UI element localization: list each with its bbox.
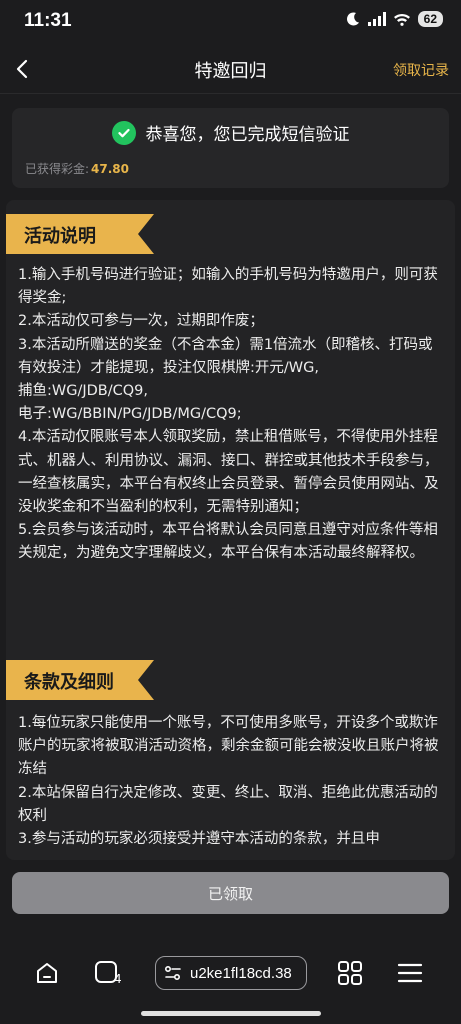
term-line: 2.本站保留自行决定修改、变更、终止、取消、拒绝此优惠活动的权利 bbox=[18, 784, 438, 824]
rules-panel: 活动说明 1.输入手机号码进行验证；如输入的手机号码为特邀用户，则可获得奖金; … bbox=[6, 200, 455, 860]
activity-section-tag: 活动说明 bbox=[6, 214, 154, 254]
home-icon[interactable] bbox=[34, 960, 60, 986]
browser-toolbar: 4 u2ke1fl18cd.38 bbox=[0, 930, 461, 1024]
terms-rules: 1.每位玩家只能使用一个账号，不可使用多账号，开设多个或欺诈账户的玩家将被取消活… bbox=[18, 712, 446, 851]
rule-line: 5.会员参与该活动时，本平台将默认会员同意且遵守对应条件等相关规定，为避免文字理… bbox=[18, 522, 438, 562]
check-circle-icon bbox=[111, 120, 136, 145]
url-text: u2ke1fl18cd.38 bbox=[190, 964, 292, 982]
nav-bar: 特邀回归 领取记录 bbox=[0, 44, 461, 94]
home-indicator bbox=[141, 1011, 321, 1016]
terms-section-tag: 条款及细则 bbox=[6, 660, 154, 700]
tabs-button[interactable]: 4 bbox=[94, 960, 122, 988]
status-icons: 62 bbox=[345, 11, 443, 27]
rule-line: 4.本活动仅限账号本人领取奖励，禁止租借账号，不得使用外挂程式、机器人、利用协议… bbox=[18, 429, 439, 516]
status-bar: 11:31 62 bbox=[0, 0, 461, 44]
grid-menu-icon[interactable] bbox=[337, 960, 363, 986]
success-row: 恭喜您，您已完成短信验证 bbox=[12, 120, 449, 145]
battery-indicator: 62 bbox=[417, 11, 443, 27]
verification-card: 恭喜您，您已完成短信验证 已获得彩金: 47.80 bbox=[12, 108, 449, 188]
success-message: 恭喜您，您已完成短信验证 bbox=[145, 125, 350, 145]
claimed-button[interactable]: 已领取 bbox=[12, 872, 449, 914]
rule-line: 3.本活动所赠送的奖金（不含本金）需1倍流水（即稽核、打码或有效投注）才能提现，… bbox=[18, 336, 433, 376]
rule-line: 电子:WG/BBIN/PG/JDB/MG/CQ9; bbox=[18, 406, 242, 423]
hamburger-menu-icon[interactable] bbox=[397, 960, 423, 986]
terms-section-title: 条款及细则 bbox=[24, 672, 114, 693]
term-line: 1.每位玩家只能使用一个账号，不可使用多账号，开设多个或欺诈账户的玩家将被取消活… bbox=[18, 715, 439, 778]
site-settings-icon[interactable] bbox=[164, 964, 182, 982]
earned-bonus: 已获得彩金: 47.80 bbox=[25, 160, 129, 177]
activity-section-title: 活动说明 bbox=[24, 226, 96, 247]
earned-label: 已获得彩金: bbox=[25, 162, 90, 176]
activity-rules: 1.输入手机号码进行验证；如输入的手机号码为特邀用户，则可获得奖金; 2.本活动… bbox=[18, 264, 446, 566]
term-line: 3.参与活动的玩家必须接受并遵守本活动的条款，并且申 bbox=[18, 831, 380, 848]
wifi-icon bbox=[393, 13, 410, 26]
claim-records-link[interactable]: 领取记录 bbox=[393, 60, 449, 80]
rule-line: 1.输入手机号码进行验证；如输入的手机号码为特邀用户，则可获得奖金; bbox=[18, 267, 438, 307]
earned-amount: 47.80 bbox=[91, 162, 130, 176]
rule-line: 2.本活动仅可参与一次，过期即作废； bbox=[18, 313, 264, 330]
moon-icon bbox=[346, 12, 359, 26]
tab-count: 4 bbox=[114, 972, 122, 986]
page-title: 特邀回归 bbox=[194, 61, 267, 82]
status-time: 11:31 bbox=[24, 10, 72, 31]
rule-line: 捕鱼:WG/JDB/CQ9, bbox=[18, 383, 148, 400]
address-bar[interactable]: u2ke1fl18cd.38 bbox=[155, 956, 307, 990]
signal-icon bbox=[367, 12, 386, 26]
